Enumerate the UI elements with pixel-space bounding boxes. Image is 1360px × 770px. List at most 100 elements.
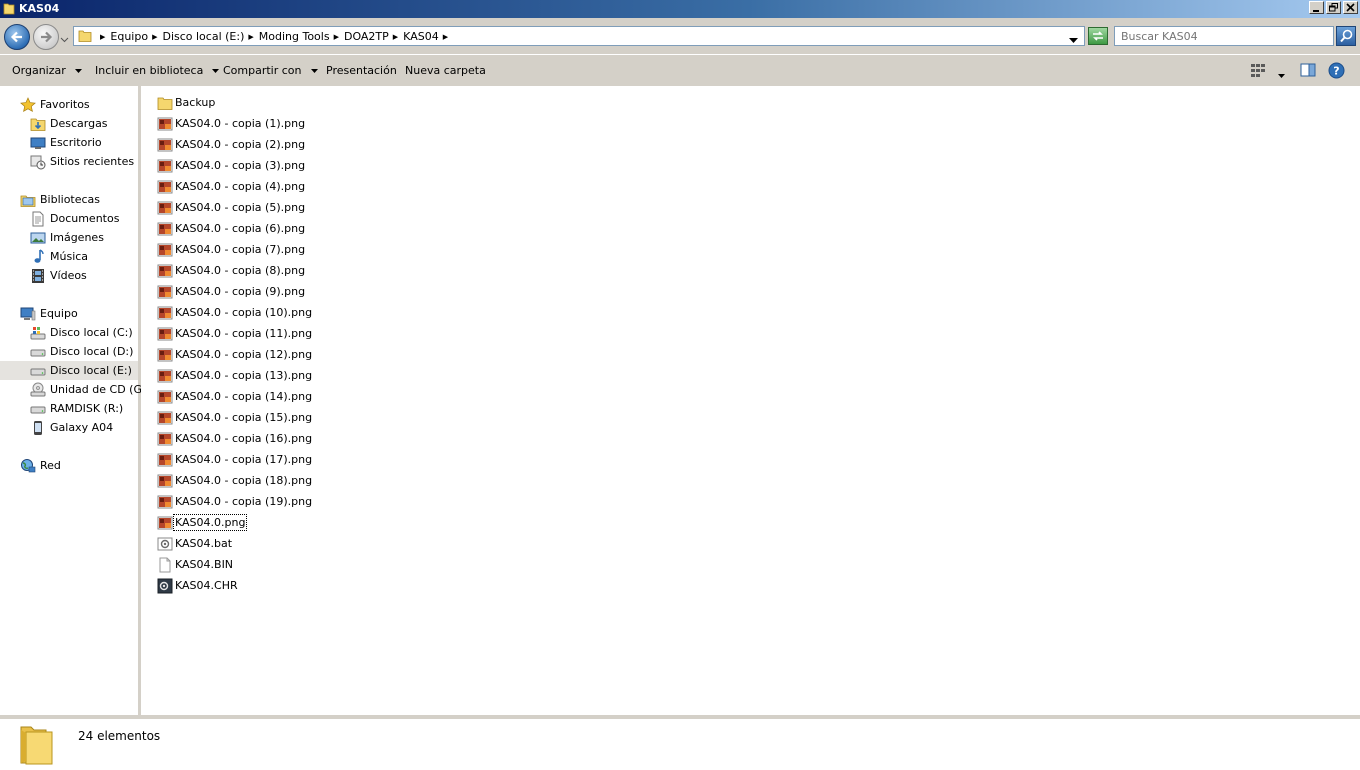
image-file-icon [157,410,173,426]
nav-item-documents[interactable]: Documentos [30,209,119,228]
nav-network[interactable]: Red [20,456,61,475]
image-file-icon [157,494,173,510]
refresh-icon [1093,31,1103,41]
file-item[interactable]: KAS04.CHR [157,576,238,595]
file-item[interactable]: KAS04.0 - copia (19).png [157,492,312,511]
file-item[interactable]: KAS04.0 - copia (14).png [157,387,312,406]
file-item[interactable]: KAS04.0 - copia (6).png [157,219,305,238]
file-item[interactable]: KAS04.0 - copia (8).png [157,261,305,280]
title-bar[interactable]: KAS04 [0,0,1360,18]
file-item[interactable]: KAS04.0 - copia (4).png [157,177,305,196]
nav-item-label: Sitios recientes [50,155,135,168]
recent-pages-dropdown[interactable] [60,33,69,46]
file-item[interactable]: KAS04.0 - copia (2).png [157,135,305,154]
file-item[interactable]: KAS04.0 - copia (18).png [157,471,312,490]
nav-item-music[interactable]: Música [30,247,88,266]
documents-icon [30,211,46,227]
file-item[interactable]: KAS04.0 - copia (12).png [157,345,312,364]
breadcrumb-item[interactable]: KAS04 [403,30,439,43]
file-item[interactable]: KAS04.0 - copia (9).png [157,282,305,301]
image-file-icon [157,305,173,321]
file-item[interactable]: KAS04.0 - copia (10).png [157,303,312,322]
downloads-folder-icon [30,116,46,132]
file-item[interactable]: KAS04.0 - copia (3).png [157,156,305,175]
nav-item-downloads[interactable]: Descargas [30,114,108,133]
breadcrumb-item[interactable]: Equipo [110,30,148,43]
file-item[interactable]: KAS04.0 - copia (15).png [157,408,312,427]
nav-libraries-label: Bibliotecas [40,193,101,206]
search-input[interactable] [1121,30,1326,43]
address-bar[interactable]: ▶ Equipo ▶ Disco local (E:) ▶ Moding Too… [73,26,1085,46]
slideshow-button[interactable]: Presentación [326,64,397,77]
search-field[interactable] [1114,26,1334,46]
chr-file-icon [157,578,173,594]
nav-item-galaxy-a04[interactable]: Galaxy A04 [30,418,113,437]
nav-item-desktop[interactable]: Escritorio [30,133,102,152]
file-item[interactable]: KAS04.0 - copia (17).png [157,450,312,469]
file-item[interactable]: KAS04.0 - copia (5).png [157,198,305,217]
nav-item-videos[interactable]: Vídeos [30,266,87,285]
navigation-pane: Favoritos Descargas Escritorio Sitios re… [0,86,150,715]
file-item[interactable]: KAS04.0 - copia (13).png [157,366,312,385]
view-options-dropdown[interactable] [1278,68,1285,81]
image-file-icon [157,284,173,300]
svg-text:?: ? [1333,65,1339,78]
breadcrumb-item[interactable]: DOA2TP [344,30,389,43]
file-item[interactable]: KAS04.0.png [157,513,248,532]
nav-item-drive-e[interactable]: Disco local (E:) [0,361,138,380]
file-item[interactable]: KAS04.0 - copia (16).png [157,429,312,448]
restore-button[interactable] [1326,1,1341,14]
file-name: KAS04.0 - copia (19).png [175,495,313,508]
refresh-button[interactable] [1088,27,1108,45]
help-button[interactable]: ? [1328,62,1345,82]
file-item[interactable]: KAS04.0 - copia (1).png [157,114,305,133]
breadcrumb-separator-icon[interactable]: ▶ [393,33,398,41]
image-file-icon [157,431,173,447]
include-label: Incluir en biblioteca [95,64,204,77]
file-item[interactable]: KAS04.0 - copia (7).png [157,240,305,259]
nav-item-drive-c[interactable]: Disco local (C:) [30,323,133,342]
nav-item-drive-d[interactable]: Disco local (D:) [30,342,133,361]
file-item[interactable]: KAS04.BIN [157,555,233,574]
share-with-menu[interactable]: Compartir con [223,64,318,77]
file-item[interactable]: KAS04.0 - copia (11).png [157,324,312,343]
breadcrumb-separator-icon[interactable]: ▶ [334,33,339,41]
search-button[interactable] [1336,26,1356,46]
new-folder-button[interactable]: Nueva carpeta [405,64,486,77]
forward-button[interactable] [33,24,59,50]
organize-menu[interactable]: Organizar [12,64,82,77]
preview-pane-button[interactable] [1300,62,1316,81]
folder-icon [3,2,15,15]
nav-item-pictures[interactable]: Imágenes [30,228,104,247]
breadcrumb-separator-icon[interactable]: ▶ [152,33,157,41]
include-in-library-menu[interactable]: Incluir en biblioteca [95,64,220,77]
breadcrumb-separator-icon[interactable]: ▶ [100,33,105,41]
nav-favorites-label: Favoritos [40,98,90,111]
nav-item-label: Música [50,250,89,263]
breadcrumb-separator-icon[interactable]: ▶ [443,33,448,41]
nav-libraries[interactable]: Bibliotecas [20,190,100,209]
file-item[interactable]: KAS04.bat [157,534,232,553]
nav-favorites[interactable]: Favoritos [20,95,90,114]
back-button[interactable] [4,24,30,50]
file-list[interactable]: Backup KAS04.0 - copia (1).png KAS04.0 - c… [141,86,1360,715]
file-name: Backup [175,96,216,109]
image-file-icon [157,368,173,384]
hard-drive-icon [30,363,46,379]
file-name: KAS04.CHR [175,579,238,592]
folder-icon [18,723,58,770]
music-note-icon [30,248,46,265]
change-view-button[interactable] [1250,62,1266,81]
nav-item-recent-places[interactable]: Sitios recientes [30,152,134,171]
breadcrumb-separator-icon[interactable]: ▶ [248,33,253,41]
nav-item-ramdisk-r[interactable]: RAMDISK (R:) [30,399,123,418]
breadcrumb-item[interactable]: Moding Tools [259,30,330,43]
minimize-button[interactable] [1309,1,1324,14]
breadcrumb-item[interactable]: Disco local (E:) [162,30,244,43]
folder-item[interactable]: Backup [157,93,215,112]
nav-item-cd-drive-g[interactable]: Unidad de CD (G:) [30,380,150,399]
close-button[interactable] [1343,1,1358,14]
address-history-dropdown[interactable] [1069,34,1078,47]
nav-computer[interactable]: Equipo [20,304,78,323]
file-name: KAS04.bat [175,537,233,550]
